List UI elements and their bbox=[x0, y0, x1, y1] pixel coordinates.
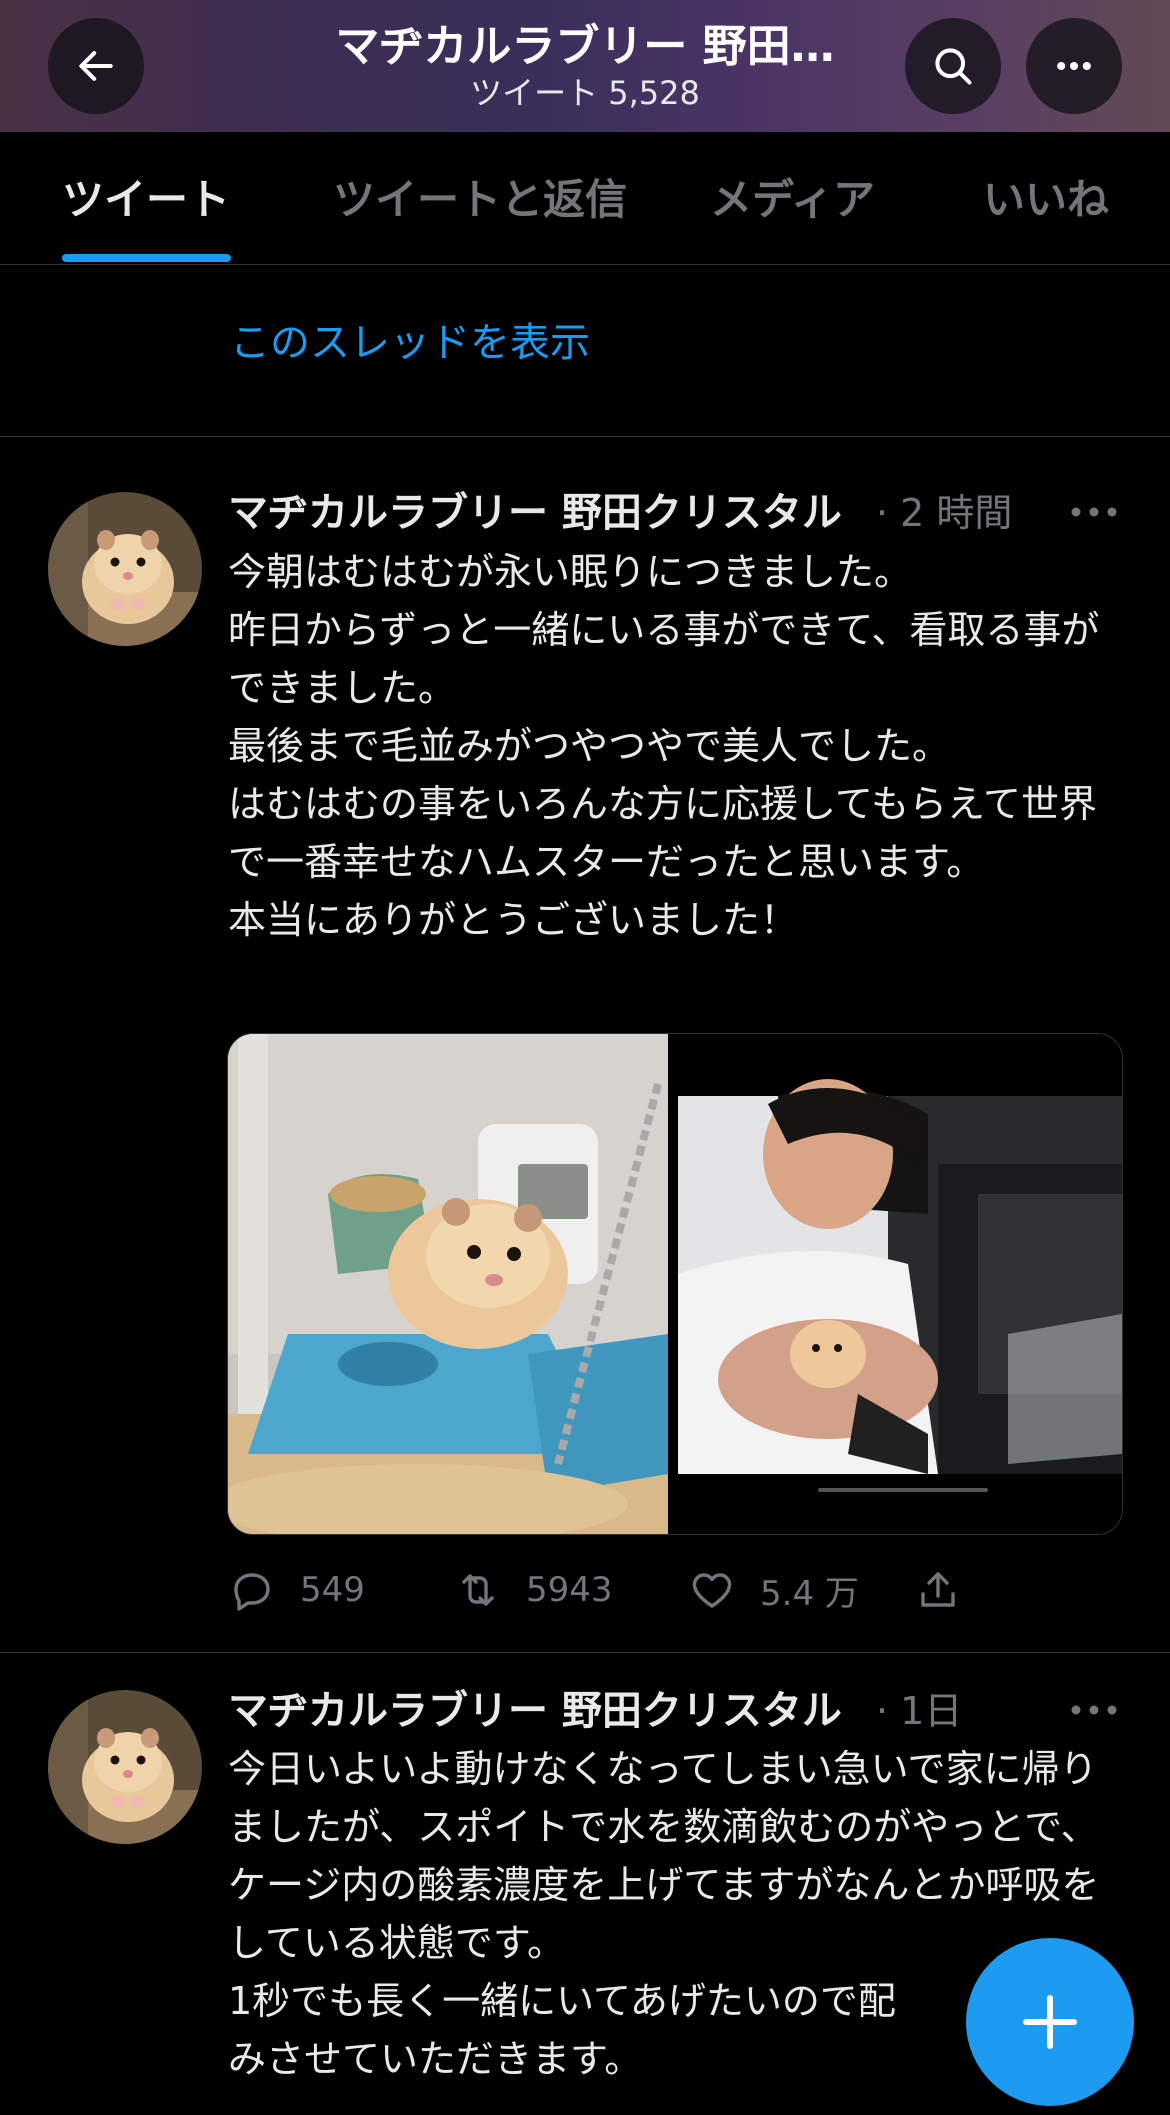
profile-tabs: ツイート ツイートと返信 メディア いいね bbox=[0, 132, 1170, 265]
tweet-author-name[interactable]: マヂカルラブリー 野田クリスタル bbox=[228, 488, 842, 538]
reply-count: 549 bbox=[300, 1570, 365, 1610]
heart-icon bbox=[692, 1573, 732, 1608]
tweet-count: ツイート 5,528 bbox=[470, 74, 700, 112]
tab-likes[interactable]: いいね bbox=[983, 174, 1109, 226]
back-button[interactable] bbox=[48, 18, 144, 114]
active-tab-indicator bbox=[62, 254, 231, 262]
tab-media[interactable]: メディア bbox=[710, 174, 875, 226]
media-scroll-indicator bbox=[818, 1488, 988, 1492]
tab-tweets-and-replies[interactable]: ツイートと返信 bbox=[333, 174, 627, 226]
reply-icon bbox=[234, 1573, 270, 1611]
tweet-author-name[interactable]: マヂカルラブリー 野田クリスタル bbox=[228, 1686, 842, 1736]
share-icon bbox=[921, 1572, 955, 1607]
retweet-count: 5943 bbox=[526, 1570, 613, 1610]
compose-tweet-button[interactable] bbox=[966, 1938, 1134, 2106]
avatar[interactable] bbox=[48, 492, 202, 646]
compose-plus-icon bbox=[1023, 1995, 1077, 2049]
like-button[interactable]: 5.4 万 bbox=[688, 1555, 859, 1625]
more-horizontal-icon bbox=[1071, 1705, 1117, 1715]
tweet-media-grid[interactable] bbox=[227, 1033, 1123, 1535]
retweet-icon bbox=[462, 1574, 494, 1606]
more-options-button[interactable] bbox=[1026, 18, 1122, 114]
more-horizontal-icon bbox=[1071, 507, 1117, 517]
profile-header: マヂカルラブリー 野田… ツイート 5,528 bbox=[0, 0, 1170, 132]
tweet-timestamp[interactable]: · 2 時間 bbox=[876, 488, 1012, 538]
show-thread-link[interactable]: このスレッドを表示 bbox=[230, 318, 590, 368]
retweet-button[interactable]: 5943 bbox=[454, 1555, 613, 1625]
search-button[interactable] bbox=[905, 18, 1001, 114]
tweet-actions: 549 5943 5.4 万 bbox=[228, 1555, 1128, 1625]
media-photo[interactable] bbox=[678, 1034, 1122, 1534]
divider bbox=[0, 436, 1170, 437]
divider bbox=[0, 1652, 1170, 1653]
tweet-text: 今朝はむはむが永い眠りにつきました。 昨日からずっと一緒にいる事ができて、看取る… bbox=[228, 550, 1100, 942]
tweet-more-button[interactable] bbox=[1070, 1700, 1118, 1720]
media-photo[interactable] bbox=[228, 1034, 668, 1534]
tweet-timestamp[interactable]: · 1日 bbox=[876, 1686, 962, 1736]
tweet-more-button[interactable] bbox=[1070, 502, 1118, 522]
like-count: 5.4 万 bbox=[760, 1573, 859, 1614]
tab-tweets[interactable]: ツイート bbox=[62, 174, 230, 226]
more-horizontal-icon bbox=[1057, 61, 1091, 71]
arrow-left-icon bbox=[79, 51, 113, 81]
reply-button[interactable]: 549 bbox=[228, 1555, 365, 1625]
search-icon bbox=[935, 48, 972, 85]
avatar[interactable] bbox=[48, 1690, 202, 1844]
profile-name-title: マヂカルラブリー 野田… bbox=[335, 21, 835, 72]
share-button[interactable] bbox=[914, 1555, 962, 1625]
